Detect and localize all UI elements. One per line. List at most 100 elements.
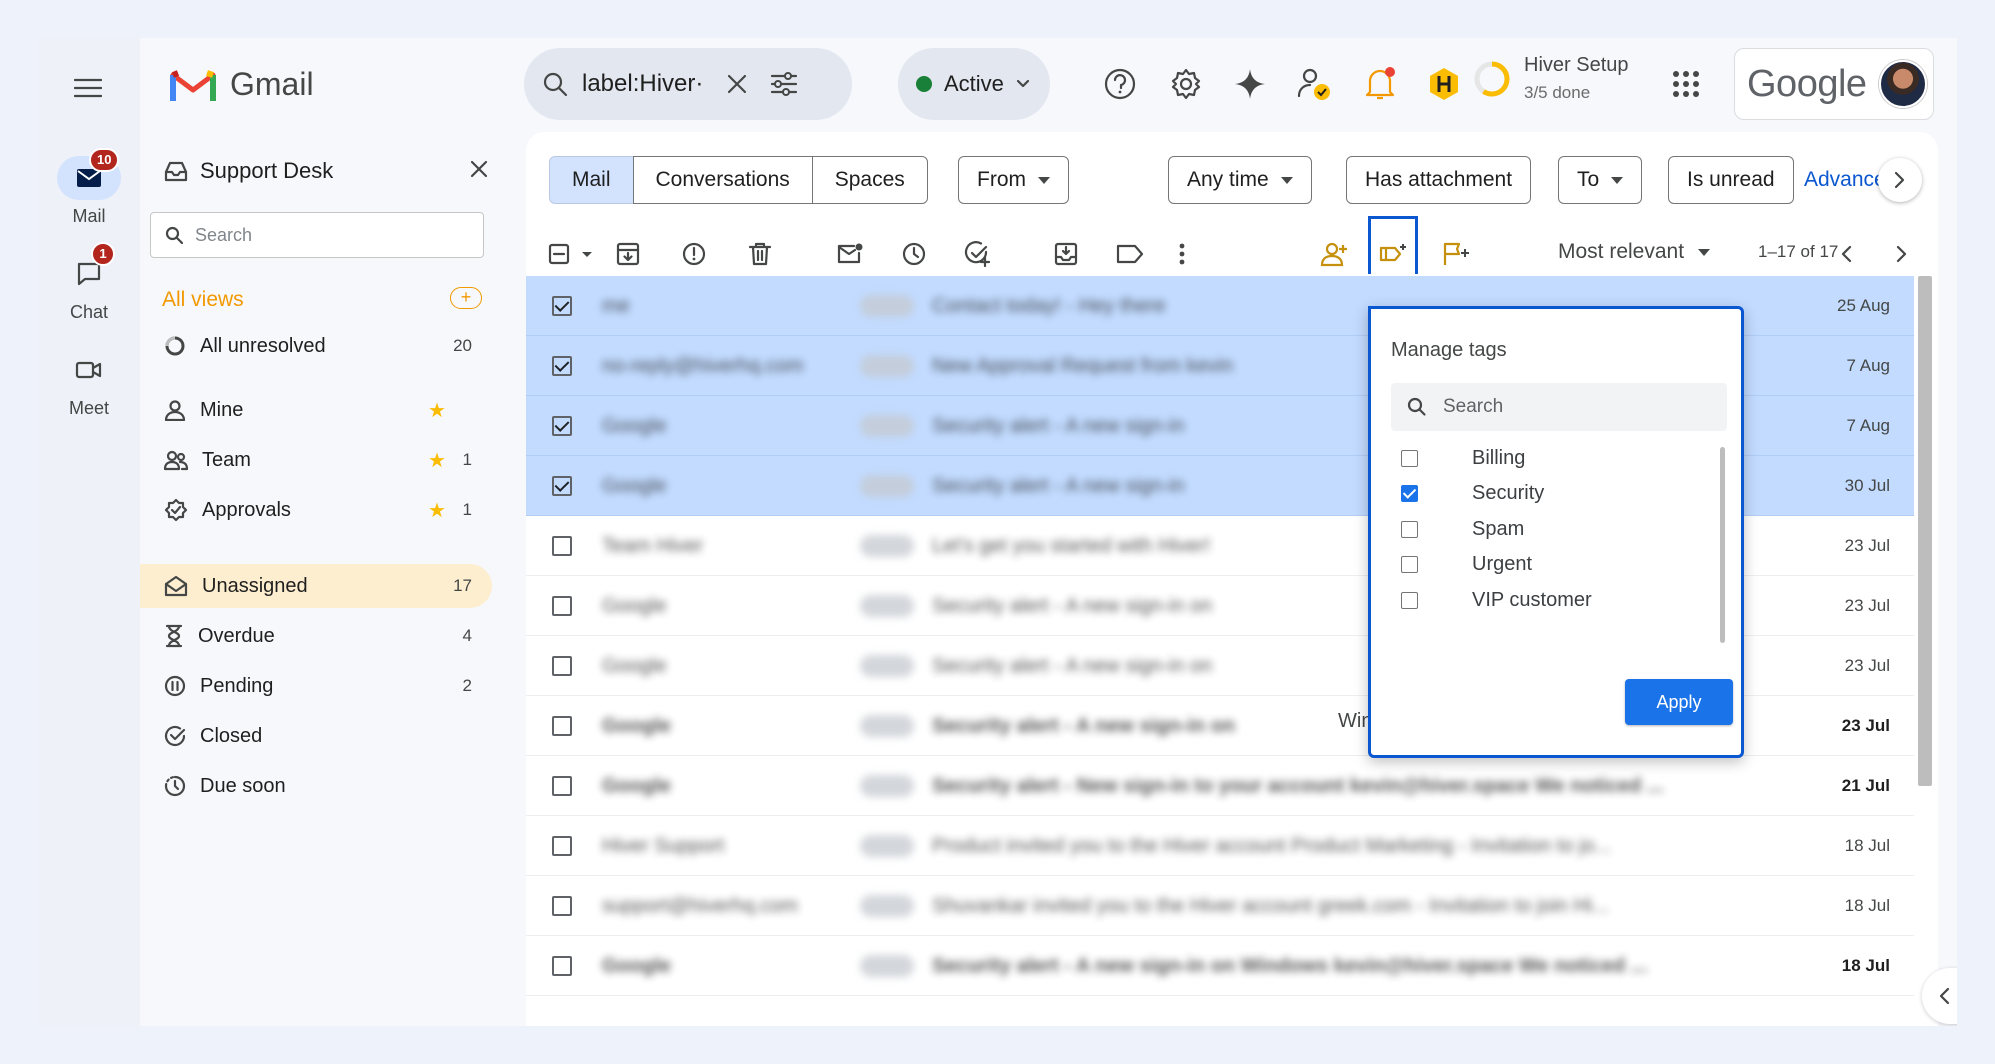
search-query[interactable]: label:Hiver·: [582, 70, 712, 98]
tag-checkbox[interactable]: [1401, 449, 1418, 467]
tag-option[interactable]: Billing: [1401, 443, 1525, 473]
advanced-search-link[interactable]: Advance: [1804, 168, 1886, 192]
row-checkbox[interactable]: [552, 415, 572, 436]
tag-checkbox[interactable]: [1401, 556, 1418, 573]
row-checkbox[interactable]: [552, 895, 572, 916]
view-overdue[interactable]: Overdue 4: [140, 614, 492, 658]
search-bar[interactable]: label:Hiver·: [524, 48, 852, 120]
settings-button[interactable]: [1164, 62, 1208, 106]
star-icon[interactable]: ★: [428, 498, 452, 523]
add-view-button[interactable]: +: [450, 287, 482, 309]
search-options-icon[interactable]: [770, 71, 798, 97]
google-wordmark: Google: [1747, 62, 1867, 105]
search-icon[interactable]: [542, 71, 568, 97]
notifications-button[interactable]: [1358, 62, 1402, 106]
row-tag: [860, 955, 914, 977]
tab-spaces[interactable]: Spaces: [811, 156, 928, 204]
avatar[interactable]: [1878, 60, 1927, 108]
close-panel-button[interactable]: [470, 160, 488, 178]
row-checkbox[interactable]: [552, 355, 572, 376]
delete-button[interactable]: [742, 236, 778, 272]
gmail-logo[interactable]: Gmail: [170, 66, 314, 103]
filter-is-unread[interactable]: Is unread: [1668, 156, 1794, 204]
setup-title: Hiver Setup: [1524, 54, 1629, 76]
status-selector[interactable]: Active: [898, 48, 1050, 120]
rail-item-meet[interactable]: Meet: [38, 348, 140, 419]
row-checkbox[interactable]: [552, 295, 572, 316]
star-icon[interactable]: ★: [428, 398, 452, 423]
row-checkbox[interactable]: [552, 955, 572, 976]
tag-option[interactable]: VIP customer: [1401, 585, 1592, 615]
rail-item-mail[interactable]: 10 Mail: [38, 148, 140, 227]
hiver-extension-button[interactable]: [1422, 62, 1466, 106]
gemini-button[interactable]: [1228, 62, 1272, 106]
table-row[interactable]: Hiver Support Product invited you to the …: [526, 816, 1914, 876]
row-date: 7 Aug: [1846, 355, 1891, 375]
row-checkbox[interactable]: [552, 715, 572, 736]
row-checkbox[interactable]: [552, 535, 572, 556]
account-switcher[interactable]: Google: [1734, 48, 1934, 120]
filter-has-attachment[interactable]: Has attachment: [1346, 156, 1532, 204]
tag-option[interactable]: Security: [1401, 479, 1544, 509]
labels-button[interactable]: [1112, 236, 1148, 272]
row-checkbox[interactable]: [552, 475, 572, 496]
filter-from[interactable]: From: [958, 156, 1069, 204]
tab-mail[interactable]: Mail: [549, 156, 634, 204]
view-team[interactable]: Team ★ 1: [140, 438, 492, 482]
view-approvals[interactable]: Approvals ★ 1: [140, 488, 492, 532]
assign-button[interactable]: [1316, 236, 1352, 272]
view-mine[interactable]: Mine ★: [140, 388, 492, 432]
move-to-button[interactable]: [1048, 236, 1084, 272]
table-row[interactable]: Google Security alert - New sign-in to yo…: [526, 756, 1914, 816]
view-unassigned[interactable]: Unassigned 17: [140, 564, 492, 608]
list-scrollbar[interactable]: [1918, 276, 1932, 786]
tag-option[interactable]: Urgent: [1401, 550, 1532, 580]
select-all-checkbox[interactable]: [546, 236, 598, 272]
filter-any-time[interactable]: Any time: [1168, 156, 1312, 204]
view-all-unresolved[interactable]: All unresolved 20: [140, 324, 492, 368]
row-checkbox[interactable]: [552, 835, 572, 856]
star-icon[interactable]: ★: [428, 448, 452, 473]
tab-conversations[interactable]: Conversations: [632, 156, 813, 204]
main-menu-button[interactable]: [68, 68, 108, 108]
scroll-filters-button[interactable]: [1878, 158, 1922, 202]
tag-search-input[interactable]: Search: [1391, 383, 1727, 431]
panel-search-input[interactable]: Search: [150, 212, 484, 258]
tag-checkbox[interactable]: [1401, 520, 1418, 538]
previous-page-button[interactable]: [1828, 236, 1864, 272]
priority-button[interactable]: [1438, 236, 1474, 272]
view-count: 17: [453, 576, 472, 595]
archive-button[interactable]: [610, 236, 646, 272]
filter-to[interactable]: To: [1558, 156, 1643, 204]
table-row[interactable]: support@hiverhq.com Shuvankar invited you…: [526, 876, 1914, 936]
clear-search-icon[interactable]: [726, 73, 748, 95]
row-subject: Contact today! - Hey there: [932, 294, 1166, 317]
help-button[interactable]: [1098, 62, 1142, 106]
envelope-open-icon: [164, 575, 188, 597]
tag-option[interactable]: Spam: [1401, 514, 1524, 544]
hiver-setup-progress[interactable]: Hiver Setup 3/5 done: [1472, 54, 1629, 103]
view-due-soon[interactable]: Due soon: [140, 764, 492, 808]
report-spam-button[interactable]: [676, 236, 712, 272]
tag-list-scrollbar[interactable]: [1720, 447, 1725, 643]
mark-unread-button[interactable]: [832, 236, 868, 272]
next-page-button[interactable]: [1884, 236, 1920, 272]
apps-button[interactable]: [1664, 62, 1708, 106]
row-checkbox[interactable]: [552, 655, 572, 676]
apply-button[interactable]: Apply: [1625, 679, 1733, 725]
sort-selector[interactable]: Most relevant: [1558, 240, 1711, 264]
tag-checkbox[interactable]: [1401, 591, 1418, 609]
tag-checkbox[interactable]: [1401, 485, 1418, 502]
snooze-button[interactable]: [896, 236, 932, 272]
view-pending[interactable]: Pending 2: [140, 664, 492, 708]
app-window: 10 Mail 1 Chat Meet Gmail label:Hiver· A…: [38, 38, 1957, 1026]
manage-tags-button[interactable]: [1376, 236, 1412, 272]
rail-item-chat[interactable]: 1 Chat: [38, 242, 140, 323]
add-to-tasks-button[interactable]: [960, 236, 996, 272]
row-checkbox[interactable]: [552, 595, 572, 616]
view-closed[interactable]: Closed: [140, 714, 492, 758]
user-status-button[interactable]: [1292, 62, 1336, 106]
more-options-button[interactable]: [1164, 236, 1200, 272]
table-row[interactable]: Google Security alert - A new sign-in on …: [526, 936, 1914, 996]
row-checkbox[interactable]: [552, 775, 572, 796]
